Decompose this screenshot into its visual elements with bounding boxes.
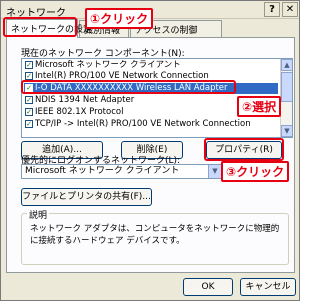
help-button[interactable]: ?	[264, 2, 280, 17]
list-item[interactable]: ✓ Microsoft ネットワーク クライアント	[24, 60, 278, 71]
description-group: 説明 ネットワーク アダプタは、コンピュータをネットワークに物理的に接続するハー…	[21, 208, 289, 265]
scroll-down-icon[interactable]: ▼	[281, 125, 292, 137]
list-item[interactable]: ✓ TCP/IP -> Intel(R) PRO/100 VE Network …	[24, 119, 278, 130]
list-item-selected[interactable]: ✓ I-O DATA XXXXXXXXXX Wireless LAN Adapt…	[24, 83, 278, 94]
checkbox-icon: ✓	[25, 72, 33, 80]
file-printer-sharing-button[interactable]: ファイルとプリンタの共有(F)...	[21, 188, 152, 206]
annotation-step1: ①クリック	[85, 8, 154, 29]
list-item-label: Microsoft ネットワーク クライアント	[35, 60, 181, 70]
checkbox-icon: ✓	[25, 108, 33, 116]
scroll-thumb[interactable]	[281, 72, 292, 102]
list-item-label: IEEE 802.1X Protocol	[35, 107, 124, 117]
scroll-up-icon[interactable]: ▲	[281, 59, 292, 71]
checkbox-icon: ✓	[25, 120, 33, 128]
annotation-step2: ②選択	[237, 96, 282, 117]
list-scrollbar[interactable]: ▲ ▼	[280, 59, 292, 137]
logon-select[interactable]: Microsoft ネットワーク クライアント ▼	[21, 164, 222, 179]
ok-button[interactable]: OK	[183, 278, 233, 296]
checkbox-icon: ✓	[25, 84, 33, 92]
checkbox-icon: ✓	[25, 96, 33, 104]
checkbox-icon: ✓	[25, 61, 33, 69]
network-dialog: ネットワーク ? ✕ ネットワークの設定 識別情報 アクセスの制御 現在のネット…	[0, 0, 300, 301]
description-legend: 説明	[27, 208, 50, 221]
list-item-label: NDIS 1394 Net Adapter	[35, 95, 135, 105]
logon-value: Microsoft ネットワーク クライアント	[25, 166, 180, 176]
close-button[interactable]: ✕	[282, 2, 298, 17]
properties-button[interactable]: プロパティ(R)	[206, 141, 282, 159]
list-item-label: TCP/IP -> Intel(R) PRO/100 VE Network Co…	[35, 119, 251, 129]
cancel-button[interactable]: キャンセル	[240, 278, 296, 296]
list-item-label: I-O DATA XXXXXXXXXX Wireless LAN Adapter	[35, 83, 228, 93]
dropdown-arrow-icon[interactable]: ▼	[208, 165, 221, 178]
tab-network-settings[interactable]: ネットワークの設定	[6, 19, 92, 38]
list-item-label: Intel(R) PRO/100 VE Network Connection	[35, 71, 209, 81]
window-title: ネットワーク	[6, 8, 66, 19]
description-text: ネットワーク アダプタは、コンピュータをネットワークに物理的に接続するハードウェ…	[30, 224, 280, 246]
annotation-step3: ③クリック	[221, 161, 290, 182]
list-item[interactable]: ✓ Intel(R) PRO/100 VE Network Connection	[24, 71, 278, 82]
